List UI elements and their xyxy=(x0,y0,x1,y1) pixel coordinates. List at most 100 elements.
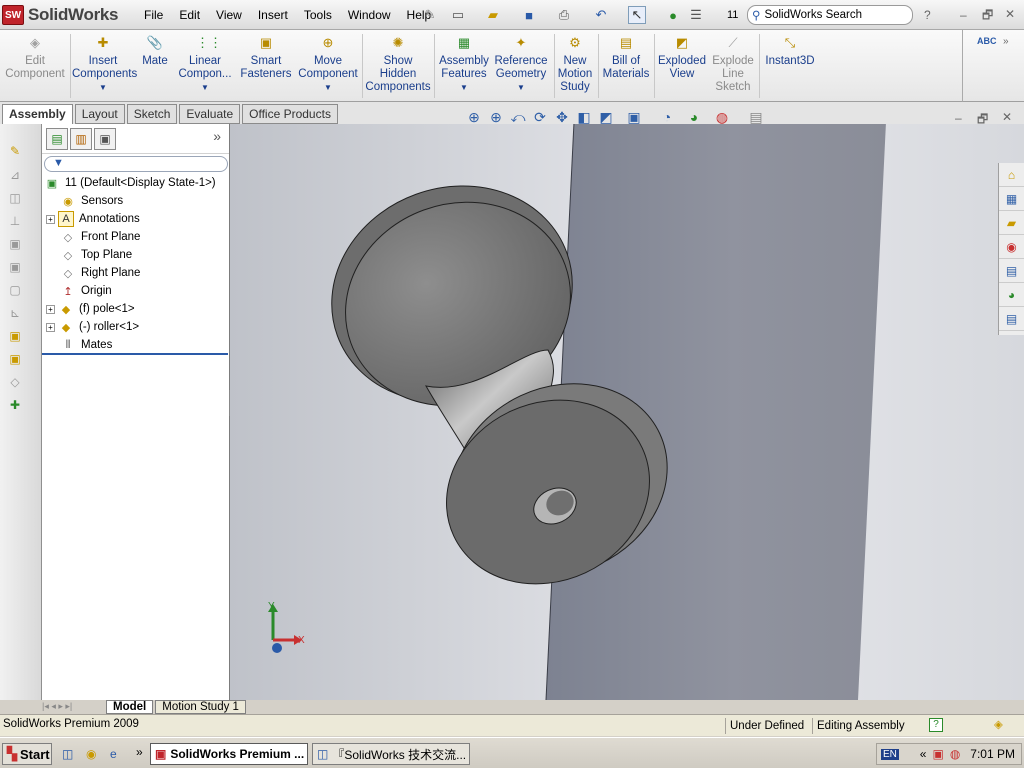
restore-button[interactable]: 🗗 xyxy=(982,6,993,27)
options-icon[interactable]: ☰ xyxy=(687,6,705,24)
linear-pattern-button[interactable]: ⋮⋮ Linear Compon... ▼ xyxy=(174,36,236,94)
menu-file[interactable]: File xyxy=(136,8,171,22)
design-library-icon[interactable]: ▦ xyxy=(999,187,1024,211)
open-icon[interactable]: ▰ xyxy=(484,6,502,24)
quick-launch-media-icon[interactable]: ◉ xyxy=(86,747,96,761)
tree-rollback-bar[interactable] xyxy=(42,353,228,355)
component-icon[interactable]: ▣ xyxy=(6,327,24,345)
close-button[interactable]: ✕ xyxy=(1005,7,1015,21)
viewport-close-button[interactable]: ✕ xyxy=(1002,110,1012,124)
minimize-button[interactable]: – xyxy=(960,8,967,22)
tree-item-roller[interactable]: + ◆ (-) roller<1> xyxy=(46,318,139,336)
trim-icon[interactable]: ▣ xyxy=(6,235,24,253)
offset-icon[interactable]: ▢ xyxy=(6,281,24,299)
status-tag-icon[interactable]: ◈ xyxy=(994,717,1003,731)
previous-view-icon[interactable]: ⤺ xyxy=(507,109,529,127)
quick-launch-desktop-icon[interactable]: ◫ xyxy=(62,747,73,761)
status-help-icon[interactable]: ? xyxy=(929,718,943,732)
pan-icon[interactable]: ✥ xyxy=(551,109,573,127)
tree-item-sensors[interactable]: ◉ Sensors xyxy=(60,192,123,210)
language-indicator[interactable]: EN xyxy=(881,748,899,760)
tree-item-front-plane[interactable]: ◇ Front Plane xyxy=(60,228,141,246)
property-manager-tab-icon[interactable]: ▥ xyxy=(70,128,92,150)
graphics-area[interactable]: Y X xyxy=(230,124,1024,700)
display-style-icon[interactable]: ▣ xyxy=(617,109,651,127)
rebuild-icon[interactable]: ● xyxy=(664,6,682,24)
bill-of-materials-button[interactable]: ▤ Bill of Materials xyxy=(601,36,651,81)
chevron-right-icon[interactable]: » xyxy=(1003,36,1009,47)
assembly-features-button[interactable]: ▦ Assembly Features ▼ xyxy=(438,36,490,94)
help-icon[interactable]: ? xyxy=(924,8,931,22)
custom-properties-icon[interactable]: ▤ xyxy=(999,307,1024,331)
new-motion-study-button[interactable]: ⚙ New Motion Study xyxy=(556,36,594,94)
tree-item-mates[interactable]: ⫴ Mates xyxy=(60,336,113,354)
reference-geometry-button[interactable]: ✦ Reference Geometry ▼ xyxy=(492,36,550,94)
tab-scroll-arrows-icon[interactable]: |◂ ◂ ▸ ▸| xyxy=(42,700,104,714)
app-logo[interactable]: SW SolidWorks xyxy=(2,3,130,27)
move-component-button[interactable]: ⊕ Move Component ▼ xyxy=(298,36,358,94)
search-results-icon[interactable]: ◉ xyxy=(999,235,1024,259)
tree-root[interactable]: ▣ 11 (Default<Display State-1>) xyxy=(44,174,216,192)
new-document-icon[interactable]: ▭ xyxy=(449,6,467,24)
tray-expand-icon[interactable]: « xyxy=(920,747,927,761)
task-solidworks[interactable]: ▣ SolidWorks Premium ... xyxy=(150,743,308,765)
tab-office-products[interactable]: Office Products xyxy=(242,104,338,124)
dimension-icon[interactable]: ◫ xyxy=(6,189,24,207)
smart-dimension-icon[interactable]: ✚ xyxy=(6,396,24,414)
tree-item-pole[interactable]: + ◆ (f) pole<1> xyxy=(46,300,135,318)
tray-security-icon[interactable]: ◍ xyxy=(950,747,960,761)
menu-insert[interactable]: Insert xyxy=(250,8,296,22)
file-explorer-icon[interactable]: ▰ xyxy=(999,211,1024,235)
tree-item-annotations[interactable]: + A Annotations xyxy=(46,210,140,228)
convert-icon[interactable]: ▣ xyxy=(6,258,24,276)
tab-layout[interactable]: Layout xyxy=(74,104,125,124)
save-icon[interactable]: ■ xyxy=(520,6,538,24)
menu-window[interactable]: Window xyxy=(340,8,399,22)
section-view-icon[interactable]: ◧ xyxy=(573,109,595,127)
tree-item-top-plane[interactable]: ◇ Top Plane xyxy=(60,246,132,264)
tree-filter-input[interactable]: ▼ xyxy=(44,156,228,172)
explode-line-sketch-button[interactable]: ⟋ Explode Line Sketch xyxy=(710,36,756,94)
insert-components-button[interactable]: ✚ Insert Components ▼ xyxy=(72,36,137,94)
show-hidden-button[interactable]: ✺ Show Hidden Components xyxy=(365,36,431,94)
appearances-icon[interactable]: ◕ xyxy=(999,283,1024,307)
view-palette-icon[interactable]: ▤ xyxy=(999,259,1024,283)
viewport-restore-button[interactable]: 🗗 xyxy=(977,110,988,131)
exploded-view-button[interactable]: ◩ Exploded View xyxy=(656,36,708,81)
mate-button[interactable]: 📎 Mate xyxy=(138,36,172,68)
sketch-icon[interactable]: ⊿ xyxy=(6,166,24,184)
tray-app-icon[interactable]: ▣ xyxy=(932,747,943,761)
new-part-icon[interactable]: ▣ xyxy=(6,350,24,368)
feature-tree-tab-icon[interactable]: ▤ xyxy=(46,128,68,150)
print-icon[interactable]: ⎙ xyxy=(555,6,573,24)
task-browser[interactable]: ◫ 『SolidWorks 技术交流... xyxy=(312,743,470,765)
menu-view[interactable]: View xyxy=(208,8,250,22)
expand-icon[interactable]: + xyxy=(46,214,55,224)
tab-evaluate[interactable]: Evaluate xyxy=(179,104,241,124)
edit-component-button[interactable]: ◈ Edit Component xyxy=(2,36,68,81)
mirror-icon[interactable]: ⊾ xyxy=(6,304,24,322)
select-icon[interactable]: ↖ xyxy=(628,6,646,24)
expand-icon[interactable]: + xyxy=(46,304,55,314)
home-icon[interactable]: ⌂ xyxy=(999,163,1024,187)
quick-launch-ie-icon[interactable]: e xyxy=(110,747,117,761)
zoom-to-area-icon[interactable]: ⊕ xyxy=(485,109,507,127)
configuration-manager-tab-icon[interactable]: ▣ xyxy=(94,128,116,150)
search-input[interactable]: ⚲ SolidWorks Search xyxy=(747,5,913,25)
tree-item-origin[interactable]: ↥ Origin xyxy=(60,282,111,300)
tab-model[interactable]: Model xyxy=(106,700,154,714)
view-settings-icon[interactable]: ▤ xyxy=(739,109,773,127)
viewport-minimize-button[interactable]: – xyxy=(955,111,962,125)
tree-item-right-plane[interactable]: ◇ Right Plane xyxy=(60,264,141,282)
menu-tools[interactable]: Tools xyxy=(296,8,340,22)
zoom-to-fit-icon[interactable]: ⊕ xyxy=(463,109,485,127)
expand-icon[interactable]: + xyxy=(46,322,55,332)
view-orientation-icon[interactable]: ◩ xyxy=(595,109,617,127)
tab-motion-study-1[interactable]: Motion Study 1 xyxy=(155,700,246,714)
clock[interactable]: 7:01 PM xyxy=(970,747,1015,761)
relation-icon[interactable]: ⊥ xyxy=(6,212,24,230)
tab-assembly[interactable]: Assembly xyxy=(2,104,73,124)
appearance-icon[interactable]: ◕ xyxy=(683,109,705,127)
menu-edit[interactable]: Edit xyxy=(171,8,208,22)
hidden-icon[interactable]: ◇ xyxy=(6,373,24,391)
